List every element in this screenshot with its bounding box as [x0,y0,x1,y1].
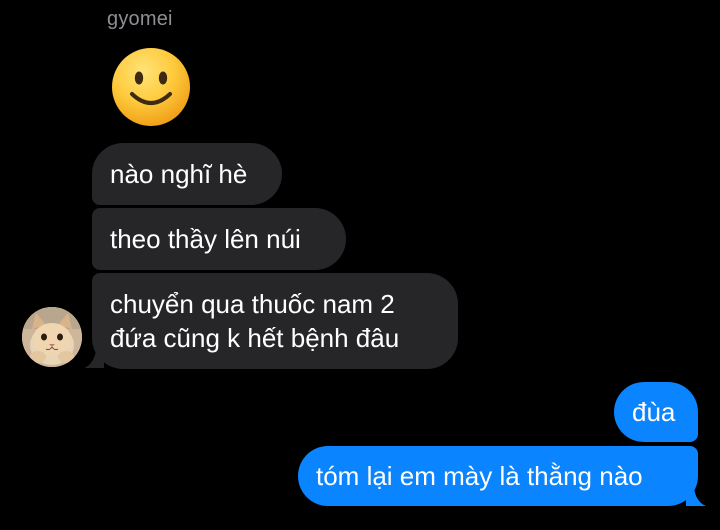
cat-avatar[interactable] [22,307,82,367]
message-text-line: đứa cũng k hết bệnh đâu [110,323,400,353]
message-text: theo thầy lên núi [110,224,301,254]
message-text: tóm lại em mày là thằng nào [316,461,643,491]
bubble-tail-icon [686,488,706,506]
bubble-tail-icon [84,350,104,368]
message-text: nào nghĩ hè [110,159,248,189]
outgoing-message-bubble[interactable]: tóm lại em mày là thằng nào [298,446,698,506]
message-text-line: chuyển qua thuốc nam 2 [110,289,395,319]
incoming-message-bubble[interactable]: theo thầy lên núi [92,208,346,270]
slightly-smiling-face-icon[interactable] [110,46,192,128]
message-text: đùa [632,397,676,427]
incoming-message-bubble[interactable]: chuyển qua thuốc nam 2 đứa cũng k hết bệ… [92,273,458,369]
incoming-message-bubble[interactable]: nào nghĩ hè [92,143,282,205]
sender-name: gyomei [107,8,173,30]
outgoing-message-bubble[interactable]: đùa [614,382,698,442]
